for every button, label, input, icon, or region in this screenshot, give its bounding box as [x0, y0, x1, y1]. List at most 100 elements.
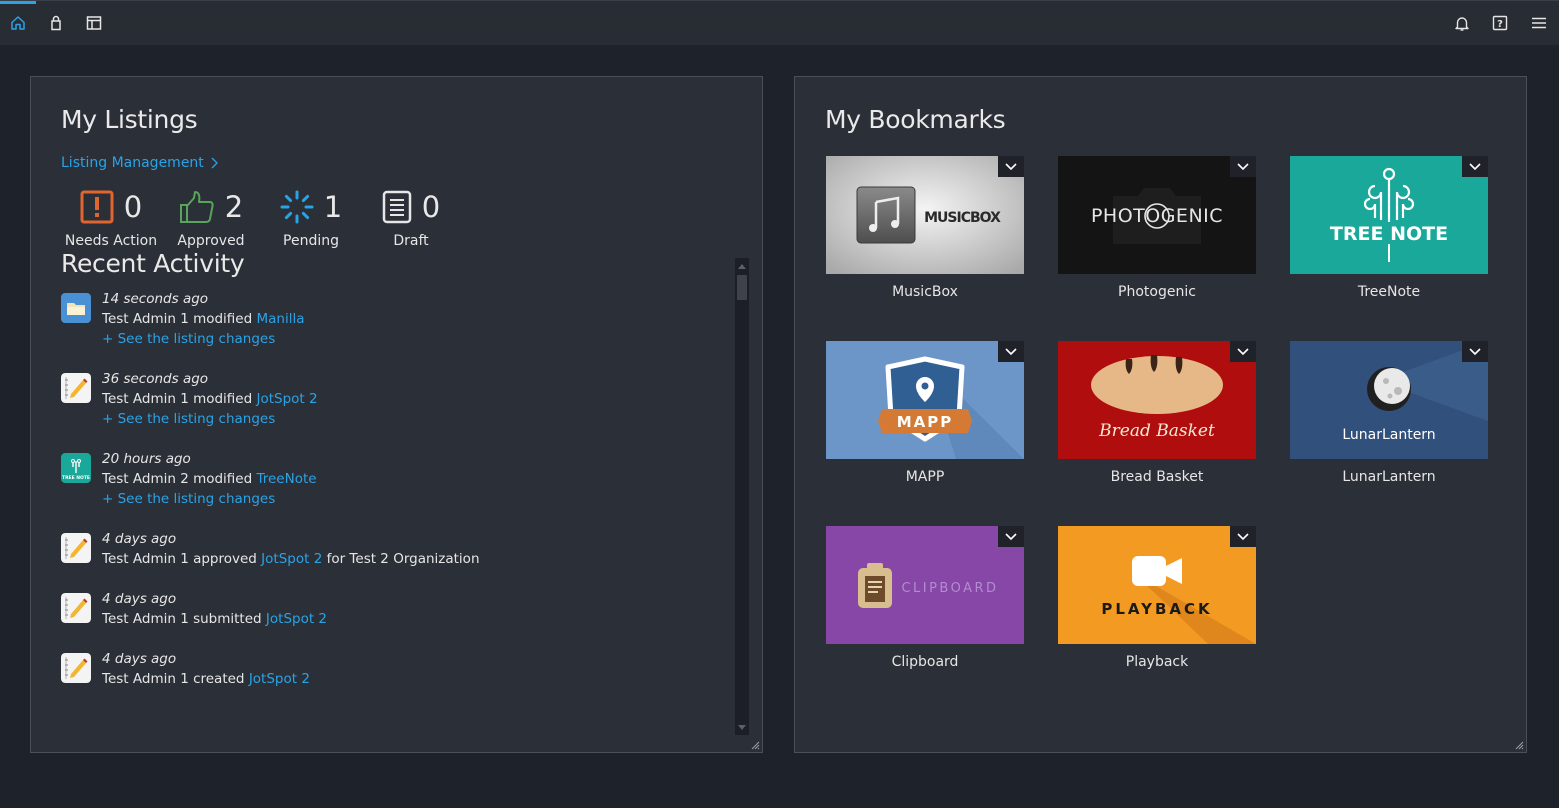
- notifications-button[interactable]: [1444, 1, 1480, 45]
- activity-time: 4 days ago: [102, 651, 177, 667]
- listing-management-link[interactable]: Listing Management: [61, 155, 218, 171]
- activity-text: Test Admin 1 approved JotSpot 2 for Test…: [102, 551, 480, 567]
- activity-text: Test Admin 1 submitted JotSpot 2: [102, 611, 327, 627]
- bookmark-treenote[interactable]: TREE NOTE TreeNote: [1290, 156, 1488, 300]
- bookmark-playback[interactable]: PLAYBACK Playback: [1058, 526, 1256, 670]
- clipboard-logo-icon: CLIPBOARD: [826, 526, 1024, 644]
- bookmark-mapp[interactable]: MAPP MAPP: [826, 341, 1024, 485]
- scrollbar-thumb[interactable]: [737, 275, 747, 300]
- help-button[interactable]: ?: [1482, 1, 1518, 45]
- see-listing-changes-link[interactable]: + See the listing changes: [102, 331, 275, 347]
- activity-time: 36 seconds ago: [102, 371, 209, 387]
- activity-time: 14 seconds ago: [102, 291, 209, 307]
- activity-target-link[interactable]: JotSpot 2: [256, 391, 317, 407]
- resize-handle-icon[interactable]: [750, 740, 760, 750]
- bookmark-photogenic[interactable]: PHOTOGENIC Photogenic: [1058, 156, 1256, 300]
- stat-draft[interactable]: 0 Draft: [361, 185, 461, 249]
- bag-button[interactable]: [38, 1, 74, 45]
- svg-text:MAPP: MAPP: [897, 413, 954, 431]
- chevron-down-icon: [1237, 347, 1249, 355]
- bookmark-thumbnail[interactable]: MUSICBOX: [826, 156, 1024, 274]
- home-icon: [11, 16, 25, 30]
- scroll-down-arrow[interactable]: [735, 721, 749, 733]
- activity-actor: Test Admin 1: [102, 551, 189, 567]
- thumbs-up-icon: [179, 191, 214, 223]
- menu-icon: [1532, 17, 1546, 29]
- jotspot-icon: [61, 373, 91, 403]
- bookmark-lunarlantern[interactable]: LunarLantern LunarLantern: [1290, 341, 1488, 485]
- bookmark-musicbox[interactable]: MUSICBOX MusicBox: [826, 156, 1024, 300]
- chevron-down-icon: [1469, 162, 1481, 170]
- activity-scrollbar[interactable]: [735, 258, 749, 735]
- bookmark-thumbnail[interactable]: MAPP: [826, 341, 1024, 459]
- manilla-icon: [61, 293, 91, 323]
- svg-text:?: ?: [1497, 19, 1503, 30]
- bookmark-menu-button[interactable]: [1462, 341, 1488, 362]
- bookmark-bread-basket[interactable]: Bread Basket Bread Basket: [1058, 341, 1256, 485]
- pending-count: 1: [323, 190, 343, 224]
- bookmark-name[interactable]: Bread Basket: [1058, 469, 1256, 485]
- home-button[interactable]: [0, 1, 36, 45]
- stat-pending[interactable]: 1 Pending: [261, 185, 361, 249]
- svg-text:TREE NOTE: TREE NOTE: [1330, 223, 1448, 245]
- svg-text:Bread Basket: Bread Basket: [1098, 421, 1215, 441]
- bookmark-thumbnail[interactable]: LunarLantern: [1290, 341, 1488, 459]
- lunarlantern-logo-icon: LunarLantern: [1290, 341, 1488, 459]
- activity-verb: approved: [193, 551, 257, 567]
- activity-target-link[interactable]: JotSpot 2: [266, 611, 327, 627]
- bookmark-thumbnail[interactable]: PLAYBACK: [1058, 526, 1256, 644]
- top-bar: ?: [0, 0, 1559, 45]
- bookmark-name[interactable]: Clipboard: [826, 654, 1024, 670]
- bookmark-menu-button[interactable]: [1230, 526, 1256, 547]
- approved-label: Approved: [177, 233, 245, 249]
- bookmark-thumbnail[interactable]: PHOTOGENIC: [1058, 156, 1256, 274]
- activity-target-link[interactable]: JotSpot 2: [261, 551, 322, 567]
- bookmark-menu-button[interactable]: [1230, 341, 1256, 362]
- activity-target-link[interactable]: TreeNote: [256, 471, 316, 487]
- bag-icon: [51, 15, 61, 31]
- my-listings-panel: My Listings Listing Management 0 Needs A…: [30, 76, 763, 753]
- main-menu-button[interactable]: [1521, 1, 1557, 45]
- draft-count: 0: [421, 190, 441, 224]
- stat-approved[interactable]: 2 Approved: [161, 185, 261, 249]
- approved-count: 2: [224, 190, 244, 224]
- bookmark-thumbnail[interactable]: Bread Basket: [1058, 341, 1256, 459]
- chevron-down-icon: [1005, 162, 1017, 170]
- scroll-up-arrow[interactable]: [735, 260, 749, 272]
- chevron-down-icon: [1005, 347, 1017, 355]
- svg-text:TREE NOTE: TREE NOTE: [62, 475, 90, 481]
- my-bookmarks-panel: My Bookmarks MUSICBOX MusicBox PHOTOGENI…: [794, 76, 1527, 753]
- bookmark-name[interactable]: LunarLantern: [1290, 469, 1488, 485]
- bookmark-menu-button[interactable]: [998, 156, 1024, 177]
- bookmark-thumbnail[interactable]: TREE NOTE: [1290, 156, 1488, 274]
- layout-button[interactable]: [76, 1, 112, 45]
- bookmark-name[interactable]: Photogenic: [1058, 284, 1256, 300]
- svg-text:LunarLantern: LunarLantern: [1342, 427, 1435, 443]
- see-listing-changes-link[interactable]: + See the listing changes: [102, 491, 275, 507]
- spinner-icon: [280, 190, 314, 224]
- listing-management-label: Listing Management: [61, 155, 204, 171]
- bookmark-menu-button[interactable]: [998, 526, 1024, 547]
- activity-target-link[interactable]: JotSpot 2: [249, 671, 310, 687]
- see-listing-changes-link[interactable]: + See the listing changes: [102, 411, 275, 427]
- activity-target-link[interactable]: Manilla: [256, 311, 304, 327]
- bookmark-menu-button[interactable]: [1230, 156, 1256, 177]
- bookmark-name[interactable]: MusicBox: [826, 284, 1024, 300]
- bookmark-name[interactable]: TreeNote: [1290, 284, 1488, 300]
- bookmark-name[interactable]: Playback: [1058, 654, 1256, 670]
- bookmark-thumbnail[interactable]: CLIPBOARD: [826, 526, 1024, 644]
- bookmark-menu-button[interactable]: [1462, 156, 1488, 177]
- resize-handle-icon[interactable]: [1514, 740, 1524, 750]
- jotspot-icon: [61, 593, 91, 623]
- bookmark-name[interactable]: MAPP: [826, 469, 1024, 485]
- activity-text: Test Admin 2 modified TreeNote: [102, 471, 317, 487]
- chevron-down-icon: [1237, 162, 1249, 170]
- activity-time: 4 days ago: [102, 531, 177, 547]
- help-icon: ?: [1492, 15, 1508, 31]
- svg-text:CLIPBOARD: CLIPBOARD: [901, 581, 998, 596]
- stat-needs-action[interactable]: 0 Needs Action: [61, 185, 161, 249]
- layout-icon: [86, 16, 102, 30]
- draft-label: Draft: [393, 233, 429, 249]
- bookmark-menu-button[interactable]: [998, 341, 1024, 362]
- bookmark-clipboard[interactable]: CLIPBOARD Clipboard: [826, 526, 1024, 670]
